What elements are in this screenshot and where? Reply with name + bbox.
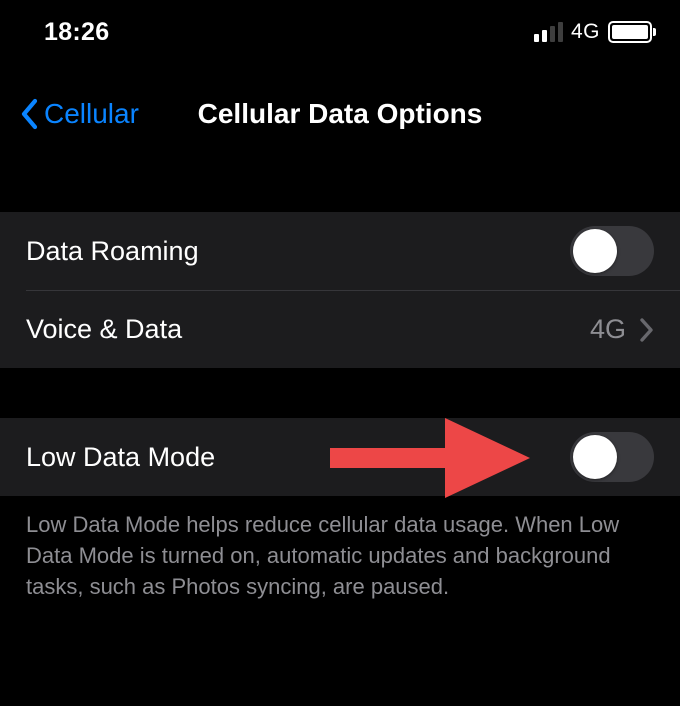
back-label: Cellular bbox=[44, 98, 139, 130]
settings-group-2: Low Data Mode bbox=[0, 418, 680, 496]
data-roaming-row[interactable]: Data Roaming bbox=[0, 212, 680, 290]
cellular-signal-icon bbox=[534, 22, 563, 42]
low-data-mode-row[interactable]: Low Data Mode bbox=[0, 418, 680, 496]
row-value: 4G bbox=[590, 314, 626, 345]
chevron-left-icon bbox=[20, 98, 40, 130]
toggle-knob bbox=[573, 435, 617, 479]
status-bar: 18:26 4G bbox=[0, 14, 680, 50]
status-time: 18:26 bbox=[44, 18, 109, 47]
network-type-label: 4G bbox=[571, 20, 600, 44]
back-button[interactable]: Cellular bbox=[10, 94, 145, 134]
settings-group-1: Data Roaming Voice & Data 4G bbox=[0, 212, 680, 368]
battery-icon bbox=[608, 21, 652, 43]
data-roaming-toggle[interactable] bbox=[570, 226, 654, 276]
toggle-knob bbox=[573, 229, 617, 273]
status-indicators: 4G bbox=[534, 20, 652, 44]
chevron-right-icon bbox=[640, 318, 654, 342]
footer-text: Low Data Mode helps reduce cellular data… bbox=[0, 496, 680, 602]
voice-data-row[interactable]: Voice & Data 4G bbox=[26, 290, 680, 368]
row-label: Voice & Data bbox=[26, 314, 182, 345]
navigation-bar: Cellular Cellular Data Options bbox=[0, 78, 680, 150]
row-label: Low Data Mode bbox=[26, 442, 215, 473]
page-title: Cellular Data Options bbox=[198, 98, 483, 130]
low-data-mode-toggle[interactable] bbox=[570, 432, 654, 482]
row-label: Data Roaming bbox=[26, 236, 199, 267]
